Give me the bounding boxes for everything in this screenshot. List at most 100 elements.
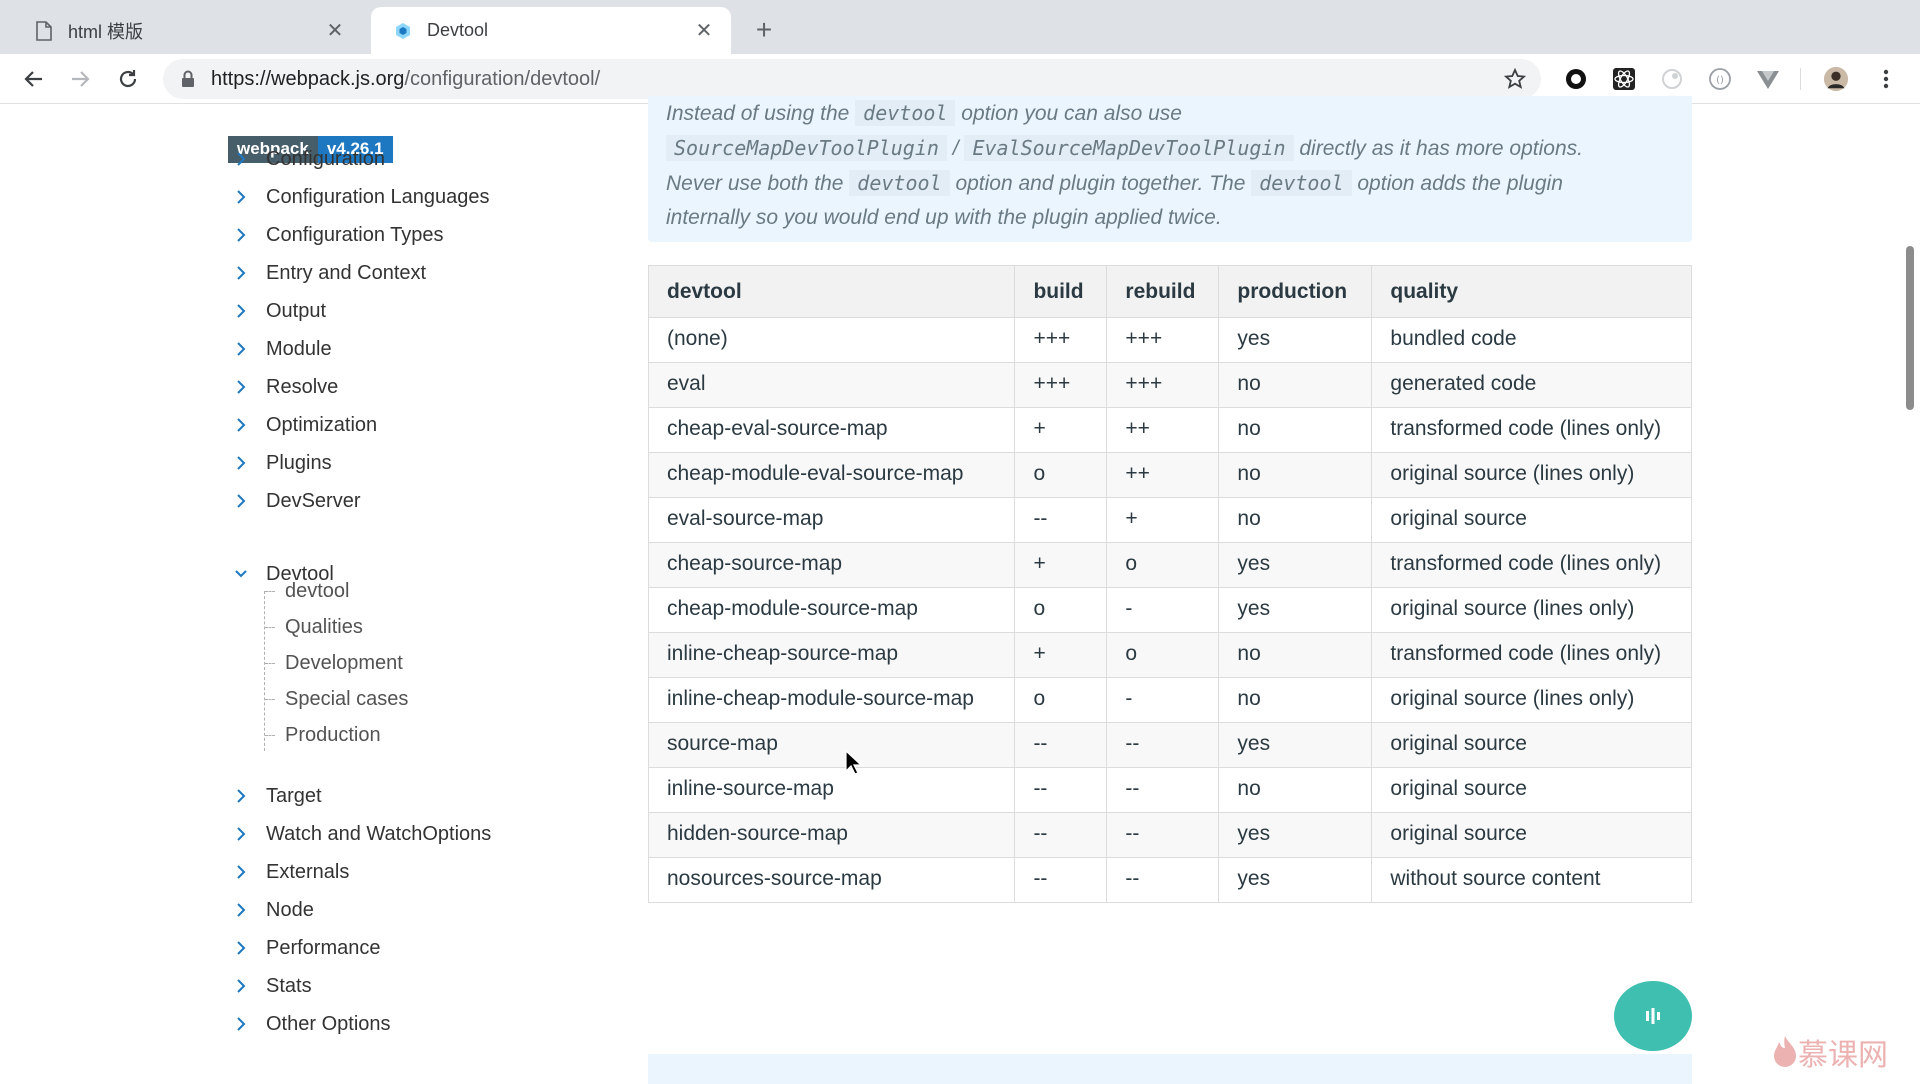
vue-devtools-icon[interactable] [1755,66,1781,92]
tip-text: option you can also use [961,102,1182,125]
close-icon[interactable]: ✕ [691,18,717,44]
sidebar-item-node[interactable]: Node [228,895,314,925]
table-cell: +++ [1014,317,1108,363]
table-row: inline-source-map -- -- no original source [647,767,1692,813]
table-row: cheap-module-eval-source-map o ++ no origina… [647,452,1692,498]
sidebar-item-entry-and-context[interactable]: Entry and Context [228,258,426,288]
table-cell: no [1218,632,1373,678]
inline-code: SourceMapDevToolPlugin [666,135,947,161]
table-cell: -- [1014,722,1108,768]
sidebar-item-performance[interactable]: Performance [228,933,381,963]
tip-text: directly as it has more options. [1299,137,1583,160]
table-row: cheap-eval-source-map + ++ no transformed co… [647,407,1692,453]
table-cell: + [1014,407,1108,453]
sidebar-item-label: Configuration Languages [266,185,490,208]
more-menu-icon[interactable] [1873,66,1899,92]
avatar[interactable] [1823,66,1849,92]
table-cell: inline-source-map [647,767,1016,813]
sidebar-subitem-label: Special cases [285,687,409,710]
tree-connector [265,734,275,736]
new-tab-button[interactable]: + [748,14,780,46]
tab-devtool[interactable]: Devtool ✕ [371,7,731,54]
sidebar-item-label: Resolve [266,375,339,398]
table-row: inline-cheap-source-map + o no transformed c… [647,632,1692,678]
audio-float-button[interactable] [1614,981,1692,1051]
table-cell: yes [1218,722,1373,768]
chevron-right-icon [224,228,258,242]
sidebar-item-plugins[interactable]: Plugins [228,448,332,478]
sidebar-subitem-special-cases[interactable]: Special cases [265,684,408,714]
sidebar-item-label: Plugins [266,451,332,474]
tip-line-1: Instead of using the devtool option you … [666,96,1674,131]
toolbar-divider [1800,68,1801,90]
document-icon [34,20,54,41]
table-cell: yes [1218,317,1373,363]
sidebar-subitem-devtool[interactable]: devtool [265,576,350,606]
sidebar-item-target[interactable]: Target [228,781,322,811]
chevron-right-icon [224,979,258,993]
record-extension-icon[interactable] [1563,66,1589,92]
table-cell: original source (lines only) [1371,587,1692,633]
address-bar[interactable]: https://webpack.js.org/configuration/dev… [163,59,1541,99]
sidebar-item-label: Target [266,784,322,807]
table-row: eval +++ +++ no generated code [647,362,1692,408]
reload-button[interactable] [112,63,144,95]
webpack-icon [393,21,413,41]
tree-connector [265,662,275,664]
sidebar-item-devserver[interactable]: DevServer [228,486,360,516]
sidebar-subitem-development[interactable]: Development [265,648,403,678]
table-cell: no [1218,677,1373,723]
bookmark-star-icon[interactable] [1503,67,1527,91]
table-cell: cheap-eval-source-map [647,407,1016,453]
table-cell: yes [1218,542,1373,588]
sidebar-item-watch-and-watchoptions[interactable]: Watch and WatchOptions [228,819,491,849]
tip-text: Instead of using the [666,102,850,125]
sidebar-item-stats[interactable]: Stats [228,971,312,1001]
tab-html-template[interactable]: html 模版 ✕ [12,7,362,54]
table-cell: no [1218,452,1373,498]
sidebar-subitem-qualities[interactable]: Qualities [265,612,363,642]
table-row: inline-cheap-module-source-map o - no origin… [647,677,1692,723]
table-cell: original source [1371,722,1692,768]
sidebar-item-resolve[interactable]: Resolve [228,372,338,402]
arrow-left-icon [24,71,42,87]
table-cell: - [1106,677,1220,723]
table-cell: original source (lines only) [1371,452,1692,498]
tab-title: html 模版 [68,21,144,42]
chevron-right-icon [224,266,258,280]
sidebar-nav: webpack v4.26.1 Configuration Configurati… [228,104,628,1080]
sidebar-subitem-production[interactable]: Production [265,720,381,750]
sidebar-item-configuration-languages[interactable]: Configuration Languages [228,182,490,212]
sidebar-item-configuration-types[interactable]: Configuration Types [228,220,444,250]
table-cell: transformed code (lines only) [1371,407,1692,453]
sidebar-item-other-options[interactable]: Other Options [228,1009,391,1039]
table-row: nosources-source-map -- -- yes without sourc… [647,857,1692,903]
sidebar-item-output[interactable]: Output [228,296,326,326]
close-icon[interactable]: ✕ [322,18,348,44]
sidebar-item-configuration[interactable]: Configuration [228,144,385,174]
table-cell: -- [1014,812,1108,858]
reload-icon [119,70,137,88]
table-cell: transformed code (lines only) [1371,542,1692,588]
sidebar-item-label: Entry and Context [266,261,427,284]
table-cell: no [1218,767,1373,813]
sidebar-subitem-label: Development [285,651,403,674]
table-cell: o [1106,542,1220,588]
column-header: quality [1371,265,1692,318]
table-cell: ++ [1106,452,1220,498]
forward-button[interactable] [64,63,96,95]
tip-line-3: Never use both the devtool option and pl… [666,166,1674,201]
table-cell: transformed code (lines only) [1371,632,1692,678]
back-button[interactable] [18,63,50,95]
inline-code: EvalSourceMapDevToolPlugin [964,135,1294,161]
tab-title: Devtool [427,20,489,40]
react-devtools-icon[interactable] [1611,66,1637,92]
sidebar-item-externals[interactable]: Externals [228,857,349,887]
circle-extension-icon[interactable]: () [1707,66,1733,92]
sidebar-item-optimization[interactable]: Optimization [228,410,377,440]
sidebar-item-label: Node [266,898,314,921]
table-cell: -- [1014,857,1108,903]
page-scrollbar[interactable] [1906,246,1914,410]
puzzle-extension-icon[interactable] [1659,66,1685,92]
sidebar-item-module[interactable]: Module [228,334,332,364]
